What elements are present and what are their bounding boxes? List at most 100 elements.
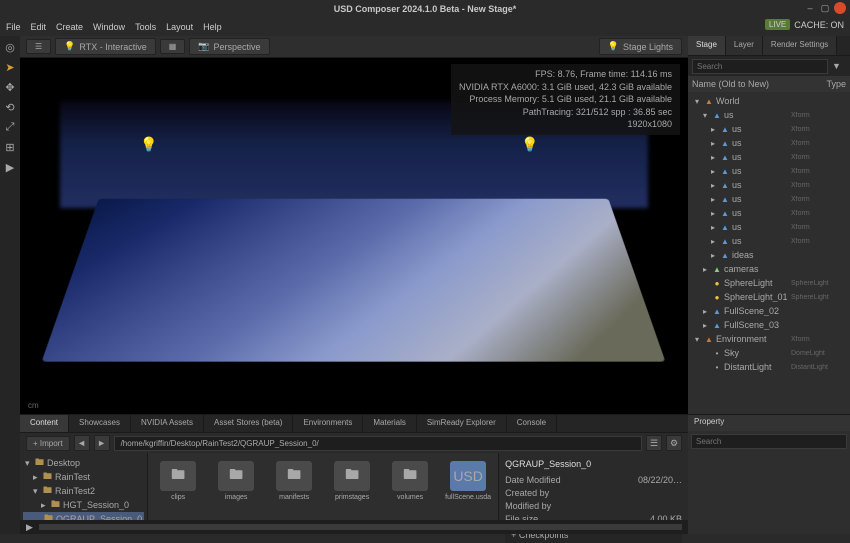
tree-row[interactable]: ▾▲World [690,94,848,108]
close-button[interactable] [834,2,846,14]
tab-asset-stores[interactable]: Asset Stores (beta) [204,415,293,432]
tree-row[interactable]: ▸▲usXform [690,122,848,136]
tree-type: Xform [791,126,846,133]
tree-row[interactable]: ▸▲usXform [690,150,848,164]
tab-materials[interactable]: Materials [363,415,416,432]
prim-icon: ● [712,292,722,302]
menu-layout[interactable]: Layout [166,22,193,32]
minimize-button[interactable]: ‒ [804,2,816,14]
folder-row[interactable]: ▾🖿RainTest2 [23,484,144,498]
file-name: volumes [397,494,423,501]
tree-row[interactable]: •DistantLightDistantLight [690,360,848,374]
tree-row[interactable]: ▸▲usXform [690,164,848,178]
scale-tool-icon[interactable]: ⤢ [3,120,17,134]
file-item[interactable]: 🖿manifests [272,461,316,501]
tree-row[interactable]: •SkyDomeLight [690,346,848,360]
menu-edit[interactable]: Edit [31,22,47,32]
tab-simready[interactable]: SimReady Explorer [417,415,507,432]
detail-row: Date Modified08/22/20… [505,475,682,485]
timeline-track[interactable] [39,524,682,530]
viewport[interactable]: 💡 💡 FPS: 8.76, Frame time: 114.16 ms NVI… [20,58,688,414]
tab-layer[interactable]: Layer [726,36,763,55]
stage-search-input[interactable] [692,59,828,74]
col-name[interactable]: Name (Old to New) [692,79,826,89]
tree-label: us [732,180,791,190]
stage-lights-button[interactable]: 💡Stage Lights [599,38,682,55]
tree-row[interactable]: ●SphereLight_01SphereLight [690,290,848,304]
prim-icon: ▲ [720,166,730,176]
logo-icon[interactable]: ◎ [3,40,17,54]
tree-row[interactable]: ▸▲usXform [690,234,848,248]
viewport-toolbar: ☰ 💡RTX - Interactive ▦ 📷Perspective 💡Sta… [20,36,688,58]
menu-window[interactable]: Window [93,22,125,32]
viewport-settings-button[interactable]: ☰ [26,39,51,54]
file-item[interactable]: 🖿 volumes [388,461,432,501]
tree-row[interactable]: ▸▲usXform [690,178,848,192]
nav-back-icon[interactable]: ◄ [74,435,90,451]
light-gizmo-icon[interactable]: 💡 [140,136,157,153]
file-name: primstages [335,494,369,501]
tab-content[interactable]: Content [20,415,69,432]
tree-label: us [724,110,791,120]
folder-row[interactable]: ▸🖿RainTest [23,470,144,484]
renderer-dropdown[interactable]: 💡RTX - Interactive [55,38,156,55]
nav-forward-icon[interactable]: ► [94,435,110,451]
play-icon[interactable]: ▶ [26,522,33,533]
tab-console[interactable]: Console [507,415,557,432]
file-item[interactable]: 🖿images [214,461,258,501]
settings-icon[interactable]: ⚙ [666,435,682,451]
tab-nvidia-assets[interactable]: NVIDIA Assets [131,415,204,432]
tree-row[interactable]: ▾▲usXform [690,108,848,122]
prim-icon: ▲ [720,138,730,148]
light-gizmo-icon[interactable]: 💡 [521,136,538,153]
folder-row[interactable]: ▾🖿Desktop [23,456,144,470]
stage-panel: Stage Layer Render Settings ▼ Name (Old … [688,36,850,534]
folder-row[interactable]: 🖿QGRAUP_Session_0 [23,512,144,520]
tree-row[interactable]: ▸▲usXform [690,136,848,150]
tree-label: us [732,222,791,232]
maximize-button[interactable]: ▢ [819,2,831,14]
menu-help[interactable]: Help [203,22,222,32]
file-item[interactable]: 🖿clips [156,461,200,501]
folder-row[interactable]: ▸🖿HGT_Session_0 [23,498,144,512]
timeline[interactable]: ▶ [20,520,688,534]
menu-tools[interactable]: Tools [135,22,156,32]
menu-file[interactable]: File [6,22,21,32]
prim-icon: ▲ [712,320,722,330]
camera-menu-button[interactable]: ▦ [160,39,186,54]
filter-icon[interactable]: ▼ [832,61,846,71]
tree-row[interactable]: ▸▲usXform [690,192,848,206]
tree-row[interactable]: ▸▲cameras [690,262,848,276]
file-item[interactable]: 🖿primstages [330,461,374,501]
tree-row[interactable]: ▾▲EnvironmentXform [690,332,848,346]
play-tool-icon[interactable]: ▶ [3,160,17,174]
tree-row[interactable]: ▸▲FullScene_03 [690,318,848,332]
tree-row[interactable]: ●SphereLightSphereLight [690,276,848,290]
live-badge[interactable]: LIVE [765,19,790,30]
property-header: Property [688,415,850,431]
tree-row[interactable]: ▸▲usXform [690,206,848,220]
folder-icon: 🖿 [392,461,428,491]
menu-create[interactable]: Create [56,22,83,32]
select-tool-icon[interactable]: ➤ [3,60,17,74]
move-tool-icon[interactable]: ✥ [3,80,17,94]
view-options-icon[interactable]: ☰ [646,435,662,451]
snap-tool-icon[interactable]: ⊞ [3,140,17,154]
tab-showcases[interactable]: Showcases [69,415,131,432]
camera-dropdown[interactable]: 📷Perspective [189,38,269,55]
tab-environments[interactable]: Environments [293,415,363,432]
tree-row[interactable]: ▸▲ideas [690,248,848,262]
tree-row[interactable]: ▸▲FullScene_02 [690,304,848,318]
col-type[interactable]: Type [826,79,846,89]
path-field[interactable]: /home/kgriffin/Desktop/RainTest2/QGRAUP_… [114,436,642,451]
import-button[interactable]: + Import [26,436,70,451]
tab-stage[interactable]: Stage [688,36,726,55]
prim-icon: ▲ [720,208,730,218]
property-search-input[interactable] [691,434,847,449]
tab-render-settings[interactable]: Render Settings [763,36,837,55]
tree-row[interactable]: ▸▲usXform [690,220,848,234]
folder-icon: 🖿 [160,461,196,491]
rotate-tool-icon[interactable]: ⟲ [3,100,17,114]
prim-icon: ▲ [712,306,722,316]
file-item[interactable]: USDfullScene.usda [446,461,490,501]
